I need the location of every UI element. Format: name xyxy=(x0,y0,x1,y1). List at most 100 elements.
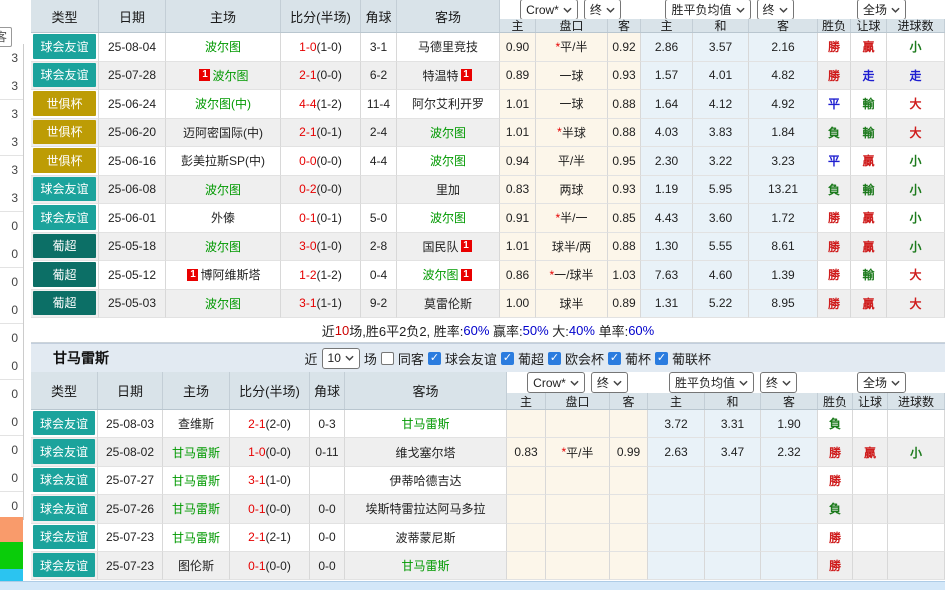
handicap-result-cell xyxy=(853,524,888,552)
table-row: 世俱杯25-06-24波尔图(中)4-4(1-2)11-4阿尔艾利开罗1.01一… xyxy=(31,90,945,119)
halftime-score: (0-1) xyxy=(317,125,342,139)
odds-away-cell: 0.93 xyxy=(608,176,641,205)
home-team-name: 图伦斯 xyxy=(178,557,214,574)
league-filter-checkbox-leaguecup[interactable] xyxy=(655,352,668,365)
fulltime-score: 2-1 xyxy=(248,530,265,544)
match-type-badge: 球会友谊 xyxy=(33,177,96,202)
avg-draw-cell: 4.12 xyxy=(693,90,749,119)
avg-odds-select[interactable]: 胜平负均值 xyxy=(669,372,754,393)
halftime-score: (0-0) xyxy=(266,502,291,516)
chevron-down-icon xyxy=(606,7,615,13)
home-team-cell: 图伦斯 xyxy=(163,552,230,580)
league-filter-checkbox-cup[interactable] xyxy=(608,352,621,365)
odds-home-cell: 1.00 xyxy=(500,290,536,319)
avg-home-cell: 1.31 xyxy=(641,290,693,319)
red-card-badge: 1 xyxy=(461,240,472,252)
red-card-badge: 1 xyxy=(187,269,198,281)
corner-cell: 0-3 xyxy=(310,410,345,438)
odds-away-cell: 0.89 xyxy=(608,290,641,319)
table1-header: 类型 日期 主场 比分(半场) 角球 客场 Crow* 终 胜平负均值 终 全场… xyxy=(31,0,945,33)
match-type-badge: 葡超 xyxy=(33,234,96,259)
league-filter-checkbox-primeira[interactable] xyxy=(501,352,514,365)
avg-odds-select[interactable]: 胜平负均值 xyxy=(665,0,750,20)
match-type-badge: 世俱杯 xyxy=(33,148,96,173)
avg-away-cell xyxy=(761,495,818,523)
odds-home-cell: 0.91 xyxy=(500,204,536,233)
odds-away-cell xyxy=(610,467,648,495)
fulltime-score: 0-1 xyxy=(299,211,316,225)
avg-home-cell: 7.63 xyxy=(641,261,693,290)
avg-home-cell xyxy=(648,495,705,523)
date-cell: 25-07-23 xyxy=(98,552,163,580)
avg-away-cell: 4.82 xyxy=(749,62,818,91)
score-cell: 0-1(0-0) xyxy=(230,495,310,523)
corner-cell: 4-4 xyxy=(361,147,397,176)
goals-result-cell xyxy=(888,552,945,580)
type-cell: 球会友谊 xyxy=(31,524,98,552)
odds-select-group: Crow* 终 xyxy=(507,372,648,393)
score-cell: 0-2(0-0) xyxy=(281,176,361,205)
result-cell: 平 xyxy=(818,147,851,176)
handicap-cell: 球半/两 xyxy=(536,233,608,262)
handicap-result-cell xyxy=(853,495,888,523)
scope-select[interactable]: 全场 xyxy=(857,372,906,393)
fulltime-score: 0-1 xyxy=(248,502,265,516)
handicap-cell xyxy=(546,524,610,552)
type-cell: 球会友谊 xyxy=(31,438,98,466)
handicap-result-cell: 輸 xyxy=(851,90,887,119)
bookmaker-select[interactable]: Crow* xyxy=(527,372,585,393)
goals-result-cell: 大 xyxy=(887,290,945,319)
odds-stage-select[interactable]: 终 xyxy=(591,372,628,393)
avg-odds-value: 胜平负均值 xyxy=(671,1,731,18)
recent-count-select[interactable]: 10 xyxy=(322,348,360,369)
date-cell: 25-07-26 xyxy=(98,495,163,523)
table-row: 葡超25-05-121博阿维斯塔1-2(1-2)0-4波尔图10.86*一/球半… xyxy=(31,261,945,290)
col-result: 胜负 xyxy=(818,19,851,32)
home-team-name: 甘马雷斯 xyxy=(172,472,220,489)
date-cell: 25-06-01 xyxy=(99,204,166,233)
handicap-result-cell xyxy=(853,552,888,580)
fulltime-score: 0-1 xyxy=(248,559,265,573)
red-card-badge: 1 xyxy=(199,69,210,81)
corner-cell: 9-2 xyxy=(361,290,397,319)
avg-home-cell: 2.30 xyxy=(641,147,693,176)
handicap-result-cell xyxy=(853,410,888,438)
recent-count-value: 10 xyxy=(328,351,341,365)
col-date: 日期 xyxy=(98,372,163,409)
avg-stage-select[interactable]: 终 xyxy=(760,372,797,393)
match-type-badge: 世俱杯 xyxy=(33,91,96,116)
match-type-badge: 球会友谊 xyxy=(33,525,95,549)
avg-home-cell xyxy=(648,467,705,495)
corner-cell: 0-0 xyxy=(310,524,345,552)
fulltime-score: 3-0 xyxy=(299,239,316,253)
home-team-name: 查维斯 xyxy=(178,415,214,432)
corner-cell: 0-4 xyxy=(361,261,397,290)
same-away-checkbox[interactable] xyxy=(381,352,394,365)
odds-away-cell: 0.99 xyxy=(610,438,648,466)
score-cell: 4-4(1-2) xyxy=(281,90,361,119)
handicap-result-cell: 贏 xyxy=(851,233,887,262)
league-filter-checkbox-conference[interactable] xyxy=(548,352,561,365)
avg-away-cell: 4.92 xyxy=(749,90,818,119)
away-team-name: 伊蒂哈德吉达 xyxy=(389,472,461,489)
away-team-name: 国民队 xyxy=(422,238,458,255)
avg-draw-cell: 4.60 xyxy=(693,261,749,290)
date-cell: 25-06-24 xyxy=(99,90,166,119)
goals-result-cell: 小 xyxy=(888,438,945,466)
away-team-name: 甘马雷斯 xyxy=(401,557,449,574)
col-handicap: 盘口 xyxy=(546,393,610,409)
league-filter-checkbox-friendly[interactable] xyxy=(428,352,441,365)
home-team-name: 波尔图 xyxy=(205,295,241,312)
score-cell: 1-2(1-2) xyxy=(281,261,361,290)
summary-text: 赢率: xyxy=(489,321,522,340)
away-team-cell: 波尔图 xyxy=(397,204,500,233)
result-cell: 平 xyxy=(818,90,851,119)
goals-result-cell: 小 xyxy=(887,176,945,205)
horizontal-scrollbar[interactable] xyxy=(0,581,945,590)
odds-stage-select[interactable]: 终 xyxy=(584,0,621,20)
date-cell: 25-07-23 xyxy=(98,524,163,552)
match-type-badge: 球会友谊 xyxy=(33,411,95,435)
handicap-result-cell: 走 xyxy=(851,62,887,91)
same-away-label: 同客 xyxy=(398,349,424,368)
handicap-cell xyxy=(546,495,610,523)
